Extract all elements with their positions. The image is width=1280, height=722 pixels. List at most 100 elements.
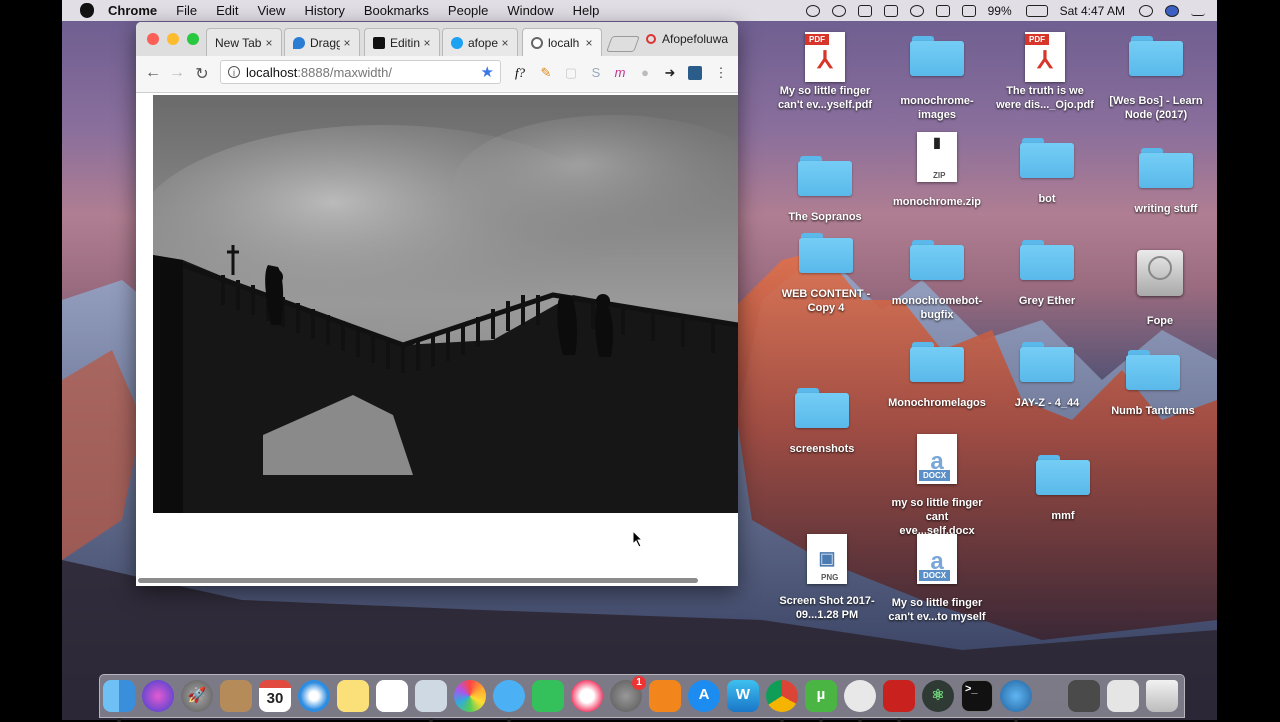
window-icon[interactable] <box>857 4 872 17</box>
terminal-icon[interactable]: >_ <box>961 680 993 712</box>
close-window-button[interactable] <box>147 33 159 45</box>
desktop-folder[interactable]: Monochromelagos <box>887 342 987 410</box>
profile-tab[interactable]: Afopefoluwa <box>646 32 728 46</box>
spotlight-search-icon[interactable] <box>1139 4 1153 17</box>
extension-formula-icon[interactable]: f? <box>513 66 527 80</box>
battery-percentage[interactable]: 99% <box>988 4 1012 18</box>
forward-button[interactable]: → <box>168 64 186 82</box>
notification-center-icon[interactable] <box>1191 6 1205 16</box>
desktop-folder[interactable]: bot <box>997 138 1097 206</box>
info-icon[interactable]: i <box>228 66 240 78</box>
desktop-folder[interactable]: screenshots <box>772 388 872 456</box>
quicktime-icon[interactable] <box>1000 680 1032 722</box>
desktop-folder[interactable]: The Sopranos <box>775 156 875 224</box>
app-store-icon[interactable]: A <box>688 680 720 712</box>
tab-editing[interactable]: Editin × <box>364 28 440 56</box>
desktop-folder[interactable]: mmf <box>1013 455 1113 523</box>
desktop-folder[interactable]: [Wes Bos] - Learn Node (2017) <box>1106 36 1206 122</box>
menu-view[interactable]: View <box>257 3 285 18</box>
menu-window[interactable]: Window <box>507 3 553 18</box>
tab-localhost[interactable]: localh × <box>522 28 602 56</box>
extension-share-arrow-icon[interactable]: ➜ <box>663 66 677 80</box>
menu-file[interactable]: File <box>176 3 197 18</box>
menu-people[interactable]: People <box>448 3 488 18</box>
address-bar[interactable]: i localhost:8888/maxwidth/ ★ <box>220 60 501 84</box>
preview-icon[interactable] <box>415 680 447 722</box>
safari-icon[interactable] <box>298 680 330 712</box>
tab-twitter[interactable]: afope × <box>442 28 518 56</box>
facetime-icon[interactable] <box>532 680 564 712</box>
extension-eyedropper-icon[interactable]: ✎ <box>539 66 553 80</box>
desktop-folder[interactable]: Numb Tantrums <box>1103 350 1203 418</box>
desktop-folder[interactable]: WEB CONTENT - Copy 4 <box>776 233 876 315</box>
ibooks-icon[interactable] <box>649 680 681 712</box>
desktop-file-zip[interactable]: ZIP ▮ monochrome.zip <box>887 132 987 209</box>
desktop-file-docx[interactable]: a DOCX my so little finger cant eve...sel… <box>887 434 987 538</box>
webstorm-icon[interactable]: W <box>727 680 759 712</box>
close-tab-icon[interactable]: × <box>498 36 512 50</box>
tab-draggable[interactable]: Dragg × <box>284 28 360 56</box>
horizontal-scrollbar[interactable] <box>138 578 698 583</box>
tab-new-tab[interactable]: New Tab × <box>206 28 282 56</box>
trash-icon[interactable] <box>1146 680 1178 712</box>
user-avatar-icon[interactable] <box>1165 4 1179 17</box>
desktop-folder[interactable]: JAY-Z - 4_44 <box>997 342 1097 410</box>
chrome-icon[interactable] <box>766 680 798 722</box>
messages-icon[interactable] <box>493 680 525 722</box>
minimize-window-button[interactable] <box>167 33 179 45</box>
notes-icon[interactable] <box>337 680 369 712</box>
extension-bubble-icon[interactable]: ● <box>638 66 652 80</box>
chrome-menu-icon[interactable]: ⋮ <box>714 66 728 80</box>
launchpad-icon[interactable]: 🚀 <box>181 680 213 712</box>
elephant-icon[interactable] <box>844 680 876 722</box>
extension-skype-icon[interactable]: S <box>589 66 603 80</box>
close-tab-icon[interactable]: × <box>420 36 434 50</box>
desktop-file-png[interactable]: ▣ PNG Screen Shot 2017-09...1.28 PM <box>777 534 877 622</box>
new-tab-button[interactable] <box>606 36 640 52</box>
creative-cloud-icon[interactable] <box>831 4 846 17</box>
desktop-folder[interactable]: monochromebot-bugfix <box>887 240 987 322</box>
gear-icon[interactable] <box>883 4 898 17</box>
bookmark-star-icon[interactable]: ★ <box>481 63 494 81</box>
extension-m-icon[interactable]: m <box>613 66 627 80</box>
volume-icon[interactable] <box>961 4 976 17</box>
system-preferences-icon[interactable]: 1 <box>610 676 646 712</box>
battery-icon[interactable] <box>1025 4 1048 17</box>
desktop-folder[interactable]: monochrome-images <box>887 36 987 122</box>
wifi-icon[interactable] <box>909 4 924 17</box>
photos-icon[interactable] <box>454 680 486 712</box>
clock[interactable]: Sat 4:47 AM <box>1060 4 1125 18</box>
record-icon[interactable] <box>805 4 820 17</box>
apple-icon[interactable] <box>80 3 94 18</box>
itunes-icon[interactable] <box>571 680 603 712</box>
contacts-icon[interactable] <box>220 680 252 712</box>
desktop-folder[interactable]: writing stuff <box>1116 148 1216 216</box>
close-tab-icon[interactable]: × <box>582 36 596 50</box>
reminders-icon[interactable] <box>376 680 408 712</box>
desktop-folder[interactable]: Grey Ether <box>997 240 1097 308</box>
close-tab-icon[interactable]: × <box>262 36 276 50</box>
zoom-window-button[interactable] <box>187 33 199 45</box>
desktop-file-pdf[interactable]: PDF ⅄ The truth is we were dis..._Ojo.pdf <box>995 32 1095 112</box>
reload-button[interactable]: ↻ <box>193 64 211 84</box>
downloads-icon[interactable] <box>1068 680 1100 712</box>
extension-square-icon[interactable] <box>688 66 702 80</box>
atom-icon[interactable]: ⚛ <box>922 680 954 712</box>
extension-blank-icon[interactable]: ▢ <box>564 66 578 80</box>
calendar-icon[interactable]: 30 <box>259 680 291 712</box>
menu-bookmarks[interactable]: Bookmarks <box>364 3 429 18</box>
menu-help[interactable]: Help <box>573 3 600 18</box>
airplay-icon[interactable] <box>935 4 950 17</box>
utorrent-icon[interactable]: µ <box>805 680 837 722</box>
desktop-file-docx[interactable]: a DOCX My so little finger can't ev...to … <box>887 534 987 624</box>
menu-history[interactable]: History <box>304 3 344 18</box>
close-tab-icon[interactable]: × <box>340 36 354 50</box>
desktop-drive[interactable]: Fope <box>1110 250 1210 328</box>
documents-icon[interactable] <box>1107 680 1139 712</box>
acrobat-icon[interactable] <box>883 680 915 722</box>
back-button[interactable]: ← <box>144 64 162 82</box>
menu-app-name[interactable]: Chrome <box>108 3 157 18</box>
siri-icon[interactable] <box>142 680 174 712</box>
finder-icon[interactable] <box>103 680 135 722</box>
desktop-file-pdf[interactable]: PDF ⅄ My so little finger can't ev...ysel… <box>775 32 875 112</box>
